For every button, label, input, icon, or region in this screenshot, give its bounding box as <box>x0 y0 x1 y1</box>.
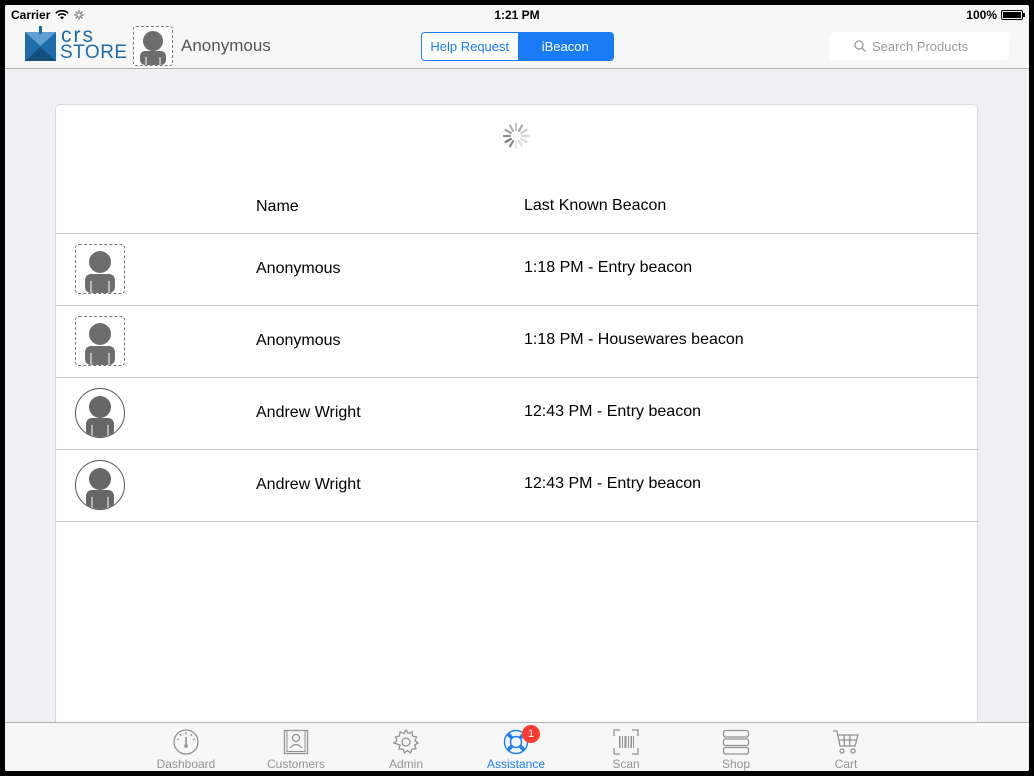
row-beacon: 12:43 PM - Entry beacon <box>524 403 701 420</box>
gear-icon <box>392 728 420 755</box>
battery-fill <box>1003 12 1021 18</box>
person-placeholder-icon <box>140 31 166 65</box>
battery-percent: 100% <box>966 8 997 22</box>
segment-help-request[interactable]: Help Request <box>422 33 518 60</box>
segmented-control: Help Request iBeacon <box>421 32 614 61</box>
table-header: Name Last Known Beacon <box>56 181 979 234</box>
search-icon <box>854 40 866 52</box>
dashboard-icon <box>173 729 199 755</box>
tab-cart[interactable]: Cart <box>806 723 886 771</box>
assistance-badge: 1 <box>522 725 540 743</box>
tab-label: Dashboard <box>156 757 216 771</box>
cart-icon <box>833 730 859 754</box>
tab-label: Cart <box>834 757 858 771</box>
segment-ibeacon[interactable]: iBeacon <box>517 33 613 60</box>
tab-admin[interactable]: Admin <box>366 723 446 771</box>
row-name: Anonymous <box>256 332 341 349</box>
table-row[interactable]: Andrew Wright 12:43 PM - Entry beacon <box>56 450 979 522</box>
nav-bar: crs STORE Anonymous Help Request iBeacon <box>5 24 1029 69</box>
nav-username: Anonymous <box>181 36 271 55</box>
row-beacon: 1:18 PM - Housewares beacon <box>524 331 744 348</box>
status-bar: Carrier 1:21 PM 100% <box>5 5 1029 25</box>
logo-text-bottom: STORE <box>60 42 128 63</box>
tab-assistance[interactable]: 1 Assistance <box>476 723 556 771</box>
loading-spinner-icon <box>502 122 530 150</box>
row-avatar <box>75 460 125 510</box>
screen: Carrier 1:21 PM 100% crs STORE Anonymous… <box>5 5 1029 771</box>
table-row[interactable]: Andrew Wright 12:43 PM - Entry beacon <box>56 378 979 450</box>
row-beacon: 12:43 PM - Entry beacon <box>524 475 701 492</box>
user-avatar[interactable] <box>133 26 173 66</box>
row-avatar <box>75 388 125 438</box>
row-beacon: 1:18 PM - Entry beacon <box>524 259 693 276</box>
logo-mark-icon <box>25 26 56 61</box>
battery-icon <box>1001 10 1025 20</box>
search-field[interactable] <box>829 32 1009 60</box>
beacon-card: Name Last Known Beacon Anonymous 1:18 PM… <box>55 104 979 744</box>
tab-customers[interactable]: Customers <box>256 723 336 771</box>
row-name: Andrew Wright <box>256 476 361 493</box>
customers-icon <box>283 729 309 755</box>
status-time: 1:21 PM <box>494 8 540 22</box>
barcode-icon <box>613 729 639 755</box>
row-name: Anonymous <box>256 260 341 277</box>
tab-label: Shop <box>721 757 751 771</box>
crs-store-logo[interactable]: crs STORE <box>25 24 128 63</box>
tab-label: Customers <box>266 757 325 771</box>
tab-scan[interactable]: Scan <box>586 723 666 771</box>
tab-shop[interactable]: Shop <box>696 723 776 771</box>
person-placeholder-icon <box>86 396 114 437</box>
person-placeholder-icon <box>85 323 115 365</box>
column-header-name: Name <box>256 198 299 215</box>
row-avatar <box>75 244 125 294</box>
person-placeholder-icon <box>85 251 115 293</box>
tab-dashboard[interactable]: Dashboard <box>146 723 226 771</box>
shop-icon <box>722 729 750 755</box>
person-placeholder-icon <box>86 468 114 509</box>
tab-bar: Dashboard Customers Admin 1 Assistance S… <box>5 722 1029 771</box>
row-avatar <box>75 316 125 366</box>
tab-label: Scan <box>612 757 640 771</box>
row-name: Andrew Wright <box>256 404 361 421</box>
search-input[interactable] <box>872 38 984 54</box>
table-row[interactable]: Anonymous 1:18 PM - Entry beacon <box>56 234 979 306</box>
table-row[interactable]: Anonymous 1:18 PM - Housewares beacon <box>56 306 979 378</box>
tab-label: Admin <box>388 757 423 771</box>
tab-label: Assistance <box>486 757 546 771</box>
column-header-beacon: Last Known Beacon <box>524 197 667 214</box>
